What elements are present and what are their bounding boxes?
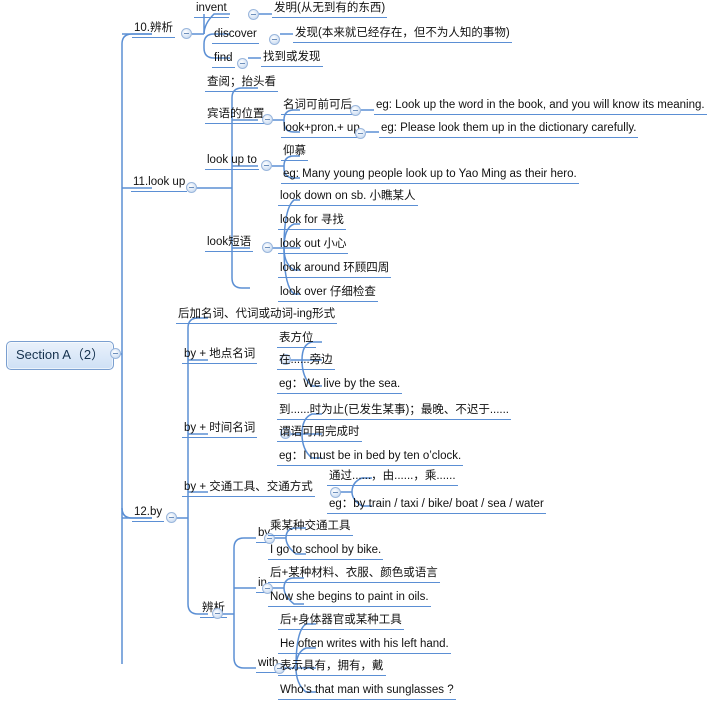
node-look-phrases[interactable]: look短语 xyxy=(205,235,254,252)
node-discover-toggle-icon[interactable] xyxy=(269,34,280,45)
node-by-place-definition-2[interactable]: 在......旁边 xyxy=(277,353,335,370)
node-by-time[interactable]: by + 时间名词 xyxy=(182,421,258,438)
node-distinguish-toggle-icon[interactable] xyxy=(212,608,223,619)
node-look-up-to-example[interactable]: eg: Many young people look up to Yao Min… xyxy=(281,167,579,184)
node-11-toggle-icon[interactable] xyxy=(186,182,197,193)
node-noun-position[interactable]: 名词可前可后 xyxy=(281,98,354,115)
node-by-word-example[interactable]: I go to school by bike. xyxy=(268,543,384,560)
node-by-transport-example[interactable]: eg：by train / taxi / bike/ boat / sea / … xyxy=(327,497,546,514)
node-with-word-definition-2[interactable]: 表示具有，拥有，戴 xyxy=(278,659,386,676)
node-10-toggle-icon[interactable] xyxy=(181,28,192,39)
mindmap-canvas: Section A（2） 10.辨析 invent 发明(从无到有的东西) di… xyxy=(0,0,713,709)
node-11-lookup[interactable]: 11.look up xyxy=(131,175,188,192)
node-by-time-example[interactable]: eg：I must be in bed by ten o’clock. xyxy=(277,449,464,466)
node-by-rule[interactable]: 后加名词、代词或动词-ing形式 xyxy=(176,307,338,324)
node-object-position[interactable]: 宾语的位置 xyxy=(205,107,267,124)
node-pronoun-position-toggle-icon[interactable] xyxy=(355,128,366,139)
node-by-transport[interactable]: by + 交通工具、交通方式 xyxy=(182,480,315,497)
node-with-word-example-2[interactable]: Who’s that man with sunglasses ? xyxy=(278,683,456,700)
node-pronoun-position-example[interactable]: eg: Please look them up in the dictionar… xyxy=(379,121,639,138)
node-by-time-definition-2[interactable]: 谓语可用完成时 xyxy=(277,425,362,442)
node-look-up-to-toggle-icon[interactable] xyxy=(261,160,272,171)
node-look-around[interactable]: look around 环顾四周 xyxy=(278,261,392,278)
node-with-word-example[interactable]: He often writes with his left hand. xyxy=(278,637,451,654)
node-by-transport-definition[interactable]: 通过......，由......，乘...... xyxy=(327,469,458,486)
node-look-up-to[interactable]: look up to xyxy=(205,153,259,170)
node-look-up-to-definition[interactable]: 仰慕 xyxy=(281,144,308,161)
node-by-time-definition[interactable]: 到......时为止(已发生某事)；最晚、不迟于...... xyxy=(277,403,511,420)
node-invent-definition[interactable]: 发明(从无到有的东西) xyxy=(272,1,388,18)
node-12-toggle-icon[interactable] xyxy=(166,512,177,523)
node-discover[interactable]: discover xyxy=(212,27,259,44)
node-with-word-definition[interactable]: 后+身体器官或某种工具 xyxy=(278,613,404,630)
node-look-down-on[interactable]: look down on sb. 小瞧某人 xyxy=(278,189,418,206)
node-look-for[interactable]: look for 寻找 xyxy=(278,213,346,230)
node-by-place-definition[interactable]: 表方位 xyxy=(277,331,316,348)
node-in-word-definition[interactable]: 后+某种材料、衣服、颜色或语言 xyxy=(268,566,440,583)
node-find[interactable]: find xyxy=(212,51,235,68)
node-find-definition[interactable]: 找到或发现 xyxy=(261,50,323,67)
node-invent-toggle-icon[interactable] xyxy=(248,9,259,20)
node-look-phrases-toggle-icon[interactable] xyxy=(262,242,273,253)
node-object-position-toggle-icon[interactable] xyxy=(262,114,273,125)
node-pronoun-position[interactable]: look+pron.+ up xyxy=(281,121,362,138)
node-invent[interactable]: invent xyxy=(194,1,229,18)
node-10-distinguish[interactable]: 10.辨析 xyxy=(132,21,175,38)
node-look-out[interactable]: look out 小心 xyxy=(278,237,349,254)
node-12-by[interactable]: 12.by xyxy=(132,505,165,522)
root-node[interactable]: Section A（2） xyxy=(6,341,115,370)
node-find-toggle-icon[interactable] xyxy=(237,58,248,69)
node-noun-position-toggle-icon[interactable] xyxy=(350,105,361,116)
node-look-over[interactable]: look over 仔细检查 xyxy=(278,285,378,302)
node-discover-definition[interactable]: 发现(本来就已经存在，但不为人知的事物) xyxy=(293,26,512,43)
node-by-word-definition[interactable]: 乘某种交通工具 xyxy=(268,519,353,536)
node-by-place[interactable]: by + 地点名词 xyxy=(182,347,258,364)
root-toggle-icon[interactable] xyxy=(110,348,121,359)
node-noun-position-example[interactable]: eg: Look up the word in the book, and yo… xyxy=(374,98,707,115)
node-lookup-meaning[interactable]: 查阅；抬头看 xyxy=(205,75,278,92)
node-in-word-example[interactable]: Now she begins to paint in oils. xyxy=(268,590,431,607)
node-by-place-example[interactable]: eg：We live by the sea. xyxy=(277,377,403,394)
